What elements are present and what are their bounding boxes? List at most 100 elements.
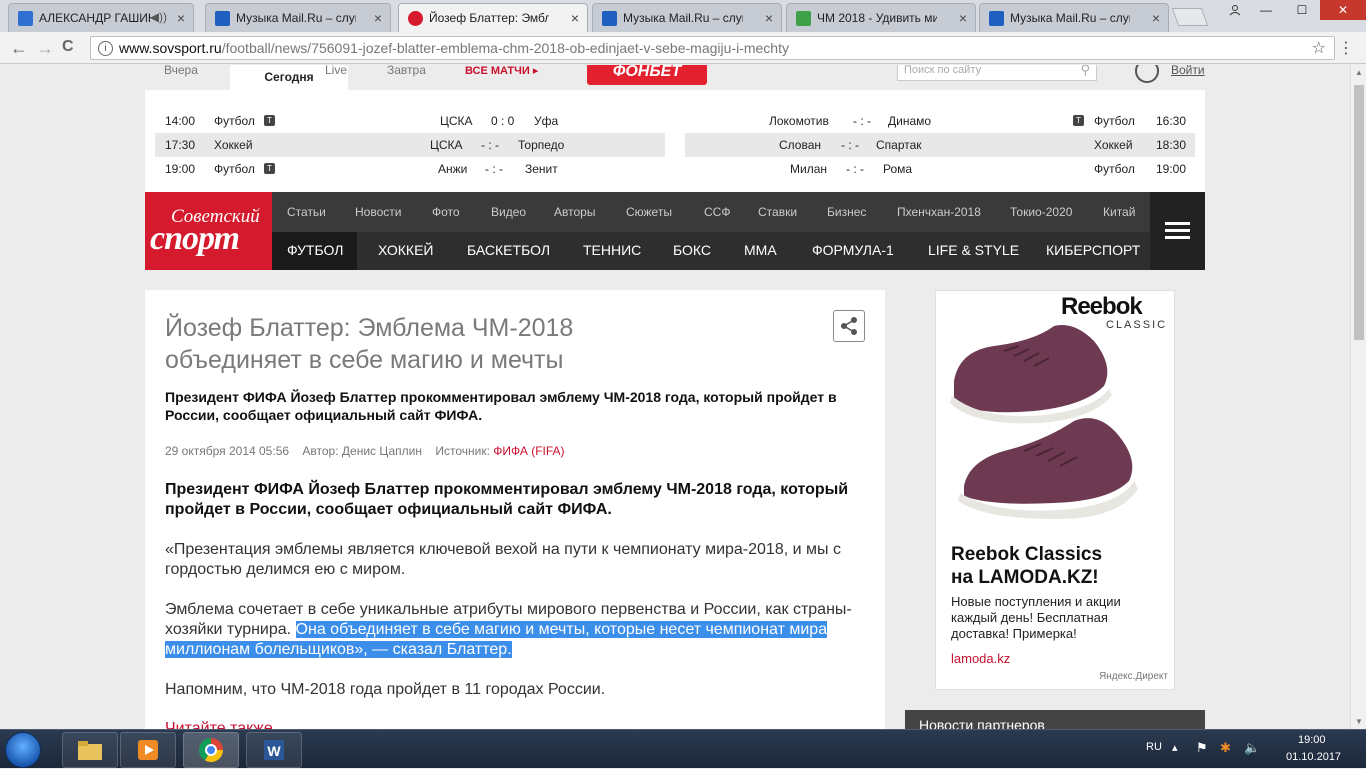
browser-tab-6[interactable]: Музыка Mail.Ru – слуша × xyxy=(979,3,1169,32)
login-link[interactable]: Войти xyxy=(1171,65,1205,77)
topnav-item[interactable]: Видео xyxy=(491,205,526,219)
tab-close-icon[interactable]: × xyxy=(765,10,773,26)
article-title: Йозеф Блаттер: Эмблема ЧМ-2018 объединяе… xyxy=(165,314,574,374)
scroll-up-icon[interactable]: ▲ xyxy=(1355,68,1363,77)
tray-expand-icon[interactable]: ▴ xyxy=(1172,741,1178,754)
bookmark-star-icon[interactable]: ☆ xyxy=(1312,38,1326,58)
topnav-item[interactable]: Авторы xyxy=(554,205,595,219)
topnav-item[interactable]: Ставки xyxy=(758,205,797,219)
topnav-item[interactable]: Новости xyxy=(355,205,401,219)
browser-menu-icon[interactable]: ⋮ xyxy=(1338,38,1354,58)
word-icon[interactable]: W xyxy=(246,732,302,768)
sportnav-mma[interactable]: ММА xyxy=(744,242,777,258)
page-scrollbar[interactable]: ▲ ▼ xyxy=(1350,65,1366,729)
topnav-item[interactable]: Статьи xyxy=(287,205,326,219)
topnav-item[interactable]: Фото xyxy=(432,205,460,219)
score-row[interactable]: Милан - : - Рома Футбол 19:00 xyxy=(685,157,1195,181)
maximize-button[interactable]: ☐ xyxy=(1284,0,1320,20)
browser-tab-4[interactable]: Музыка Mail.Ru – слуша × xyxy=(592,3,782,32)
topnav-item[interactable]: Сюжеты xyxy=(626,205,672,219)
score-row[interactable]: 19:00 Футбол T Анжи - : - Зенит xyxy=(155,157,665,181)
score-row[interactable]: 14:00 Футбол T ЦСКА 0 : 0 Уфа xyxy=(155,109,665,133)
hamburger-menu-icon[interactable] xyxy=(1150,192,1205,270)
article-meta: 29 октября 2014 05:56 Автор: Денис Цапли… xyxy=(165,444,565,458)
tray-app-icon[interactable]: ✱ xyxy=(1220,740,1231,756)
sovsport-logo[interactable]: Советский спорт xyxy=(145,192,272,270)
topnav-item[interactable]: Токио-2020 xyxy=(1010,205,1072,219)
article-source-link[interactable]: ФИФА (FIFA) xyxy=(493,444,564,458)
share-button[interactable] xyxy=(833,310,865,342)
reebok-ad[interactable]: Reebok CLASSIC Reebok Classics на LAMODA… xyxy=(935,290,1175,690)
forward-button[interactable]: → xyxy=(36,38,54,59)
action-center-flag-icon[interactable]: ⚑ xyxy=(1196,740,1208,756)
explorer-icon[interactable] xyxy=(62,732,118,768)
language-indicator[interactable]: RU xyxy=(1146,741,1162,753)
sportnav-tennis[interactable]: ТЕННИС xyxy=(583,242,641,258)
new-tab-button[interactable] xyxy=(1171,8,1209,26)
mail-music-icon xyxy=(989,11,1004,26)
tab-close-icon[interactable]: × xyxy=(571,10,579,26)
fonbet-banner[interactable]: ФОНБЕТ xyxy=(587,65,707,85)
mail-music-icon xyxy=(215,11,230,26)
tab-close-icon[interactable]: × xyxy=(1152,10,1160,26)
article-author[interactable]: Денис Цаплин xyxy=(342,444,422,458)
browser-tab-5[interactable]: ЧМ 2018 - Удивить мир × xyxy=(786,3,976,32)
browser-tab-strip: АЛЕКСАНДР ГАШИН ◀)) × Музыка Mail.Ru – с… xyxy=(0,0,1366,32)
media-player-icon[interactable] xyxy=(120,732,176,768)
ad-domain-link[interactable]: lamoda.kz xyxy=(951,651,1010,666)
yandex-direct-label[interactable]: Яндекс.Директ xyxy=(1099,671,1168,682)
score-row[interactable]: Локомотив - : - Динамо T Футбол 16:30 xyxy=(685,109,1195,133)
site-search-input[interactable]: Поиск по сайту ⚲ xyxy=(897,65,1097,81)
score-row[interactable]: Слован - : - Спартак Хоккей 18:30 xyxy=(685,133,1195,157)
reload-button[interactable]: C xyxy=(62,38,74,56)
sportnav-formula1[interactable]: ФОРМУЛА-1 xyxy=(812,242,894,258)
browser-tab-1[interactable]: АЛЕКСАНДР ГАШИН ◀)) × xyxy=(8,3,194,32)
nav-yesterday[interactable]: Вчера xyxy=(164,65,198,77)
article-body: Президент ФИФА Йозеф Блаттер прокомменти… xyxy=(165,480,865,720)
ad-text: Новые поступления и акции каждый день! Б… xyxy=(951,594,1121,641)
back-button[interactable]: ← xyxy=(10,38,28,59)
topnav-item[interactable]: ССФ xyxy=(704,205,730,219)
volume-icon[interactable]: 🔈 xyxy=(1244,740,1260,756)
topnav-item[interactable]: Бизнес xyxy=(827,205,866,219)
sportnav-cybersport[interactable]: КИБЕРСПОРТ xyxy=(1046,242,1140,258)
read-also-link[interactable]: Читайте также xyxy=(165,720,273,729)
article-paragraph: Эмблема сочетает в себе уникальные атриб… xyxy=(165,601,852,658)
sportnav-basketball[interactable]: БАСКЕТБОЛ xyxy=(467,242,550,258)
score-row[interactable]: 17:30 Хоккей ЦСКА - : - Торпедо xyxy=(155,133,665,157)
ad-title[interactable]: Reebok Classics на LAMODA.KZ! xyxy=(951,543,1102,589)
all-matches-link[interactable]: ВСЕ МАТЧИ ▸ xyxy=(465,65,538,77)
scrollbar-thumb[interactable] xyxy=(1354,85,1364,340)
sportnav-hockey[interactable]: ХОККЕЙ xyxy=(378,242,433,258)
browser-tab-2[interactable]: Музыка Mail.Ru – слуша × xyxy=(205,3,391,32)
clock-date[interactable]: 01.10.2017 xyxy=(1286,751,1341,763)
browser-tab-3-active[interactable]: Йозеф Блаттер: Эмблем × xyxy=(398,3,588,32)
clock-time[interactable]: 19:00 xyxy=(1298,734,1326,746)
topnav-item[interactable]: Китай xyxy=(1103,205,1135,219)
tab-close-icon[interactable]: × xyxy=(959,10,967,26)
system-tray: RU ▴ ⚑ ✱ 🔈 19:00 01.10.2017 xyxy=(1136,730,1366,769)
topnav-item[interactable]: Пхенчхан-2018 xyxy=(897,205,981,219)
scroll-down-icon[interactable]: ▼ xyxy=(1355,717,1363,726)
close-window-button[interactable]: ✕ xyxy=(1320,0,1366,20)
user-profile-icon[interactable] xyxy=(1222,0,1248,20)
chrome-icon[interactable] xyxy=(183,732,239,768)
sportnav-lifestyle[interactable]: LIFE & STYLE xyxy=(928,242,1019,258)
article-paragraph: «Презентация эмблемы является ключевой в… xyxy=(165,541,841,578)
partner-news-header[interactable]: Новости партнеров xyxy=(905,710,1205,729)
tab-close-icon[interactable]: × xyxy=(177,10,185,26)
sportnav-football[interactable]: ФУТБОЛ xyxy=(287,242,343,258)
address-bar[interactable]: i www.sovsport.ru/football/news/756091-j… xyxy=(90,36,1335,60)
start-button[interactable] xyxy=(5,732,41,768)
search-icon[interactable]: ⚲ xyxy=(1080,65,1090,78)
mail-music-icon xyxy=(602,11,617,26)
nav-tomorrow[interactable]: Завтра xyxy=(387,65,426,77)
sovsport-favicon-icon xyxy=(408,11,423,26)
user-icon[interactable] xyxy=(1135,65,1159,83)
info-icon[interactable]: i xyxy=(98,41,113,56)
sportnav-boxing[interactable]: БОКС xyxy=(673,242,711,258)
nav-live[interactable]: Live xyxy=(325,65,347,77)
tab-close-icon[interactable]: × xyxy=(374,10,382,26)
speaker-icon[interactable]: ◀)) xyxy=(150,10,167,24)
minimize-button[interactable]: — xyxy=(1248,0,1284,20)
